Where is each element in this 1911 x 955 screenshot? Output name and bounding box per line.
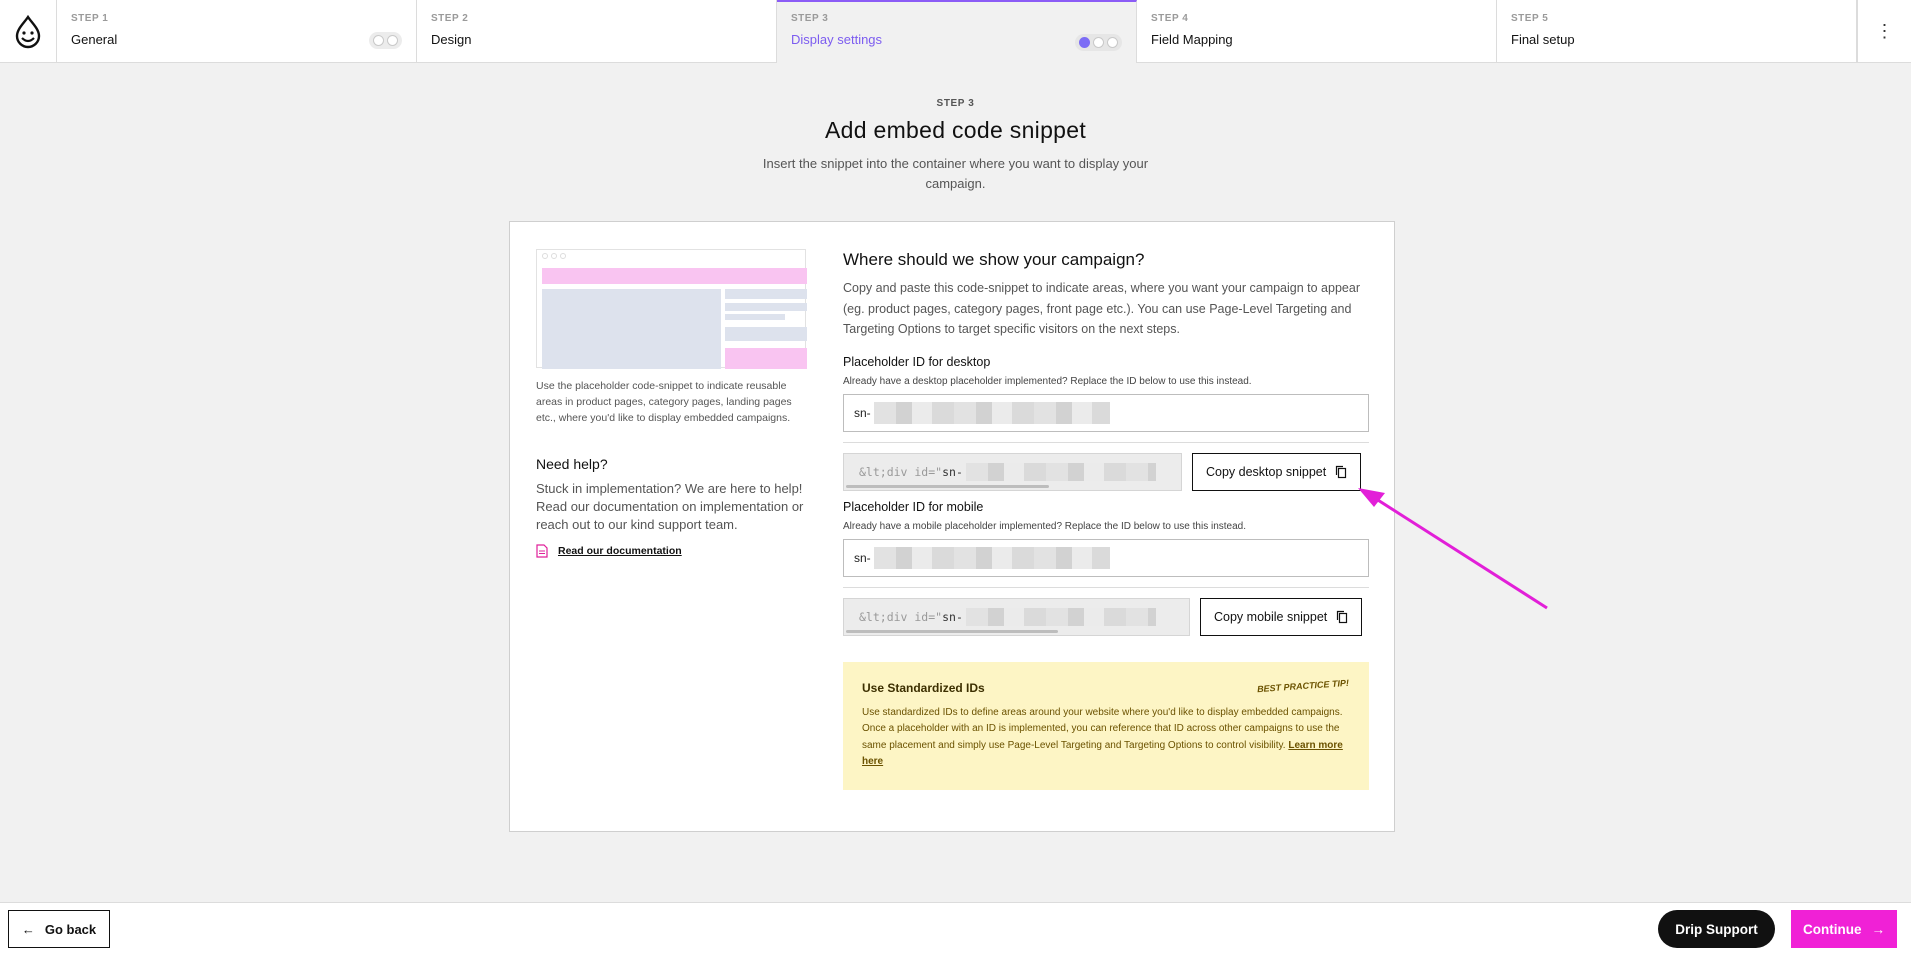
copy-mobile-snippet-label: Copy mobile snippet bbox=[1214, 609, 1328, 624]
redacted-id bbox=[873, 401, 1110, 424]
drip-support-button[interactable]: Drip Support bbox=[1658, 910, 1775, 948]
page-subtitle: Insert the snippet into the container wh… bbox=[762, 156, 1149, 191]
mobile-id-value: sn- bbox=[854, 550, 871, 565]
snippet-id: sn- bbox=[942, 464, 963, 479]
page-header: STEP 3 Add embed code snippet Insert the… bbox=[0, 98, 1911, 194]
tip-body: Use standardized IDs to define areas aro… bbox=[862, 706, 1343, 751]
step-label: Design bbox=[431, 32, 472, 47]
snippet-prefix: &lt;div id=" bbox=[859, 464, 943, 479]
documentation-link-label: Read our documentation bbox=[558, 545, 682, 557]
snippet-scrollbar[interactable] bbox=[846, 629, 1058, 633]
step-display-settings[interactable]: STEP 3 Display settings bbox=[777, 0, 1137, 63]
best-practice-tip: Use Standardized IDs BEST PRACTICE TIP! … bbox=[843, 661, 1369, 790]
placement-intro: Copy and paste this code-snippet to indi… bbox=[843, 281, 1360, 336]
step-number: STEP 4 bbox=[1151, 13, 1189, 24]
desktop-id-hint: Already have a desktop placeholder imple… bbox=[843, 375, 1252, 387]
redacted-id bbox=[873, 546, 1110, 569]
copy-icon bbox=[1337, 610, 1348, 623]
documentation-link[interactable]: Read our documentation bbox=[536, 544, 806, 558]
info-column: Use the placeholder code-snippet to indi… bbox=[536, 249, 807, 558]
mobile-snippet-code[interactable]: &lt;div id=" sn- bbox=[843, 597, 1190, 636]
desktop-snippet-code[interactable]: &lt;div id=" sn- bbox=[843, 452, 1182, 491]
step-number: STEP 5 bbox=[1511, 13, 1549, 24]
mobile-id-field[interactable]: sn- bbox=[843, 538, 1369, 577]
arrow-right-icon: → bbox=[1871, 921, 1886, 937]
continue-button[interactable]: Continue → bbox=[1791, 910, 1897, 948]
step-field-mapping[interactable]: STEP 4 Field Mapping bbox=[1137, 0, 1497, 63]
footer-bar: ← Go back Drip Support Continue → bbox=[0, 902, 1911, 955]
step-label: Final setup bbox=[1511, 32, 1575, 47]
drip-support-label: Drip Support bbox=[1675, 921, 1758, 937]
step-progress-indicator bbox=[369, 32, 402, 49]
placement-title: Where should we show your campaign? bbox=[843, 250, 1145, 269]
help-text: Stuck in implementation? We are here to … bbox=[536, 481, 804, 532]
step-number: STEP 1 bbox=[71, 13, 109, 24]
divider bbox=[843, 586, 1369, 588]
divider bbox=[843, 441, 1369, 443]
embed-snippet-card: Use the placeholder code-snippet to indi… bbox=[509, 221, 1395, 832]
desktop-id-label: Placeholder ID for desktop bbox=[843, 354, 991, 369]
step-label: Field Mapping bbox=[1151, 32, 1233, 47]
copy-desktop-snippet-label: Copy desktop snippet bbox=[1206, 464, 1327, 479]
redacted-id bbox=[965, 607, 1156, 626]
step-design[interactable]: STEP 2 Design bbox=[417, 0, 777, 63]
continue-label: Continue bbox=[1803, 921, 1862, 937]
step-number: STEP 3 bbox=[791, 13, 829, 24]
placeholder-illustration bbox=[536, 249, 807, 369]
go-back-button[interactable]: ← Go back bbox=[8, 910, 110, 948]
step-general[interactable]: STEP 1 General bbox=[57, 0, 417, 63]
mobile-id-label: Placeholder ID for mobile bbox=[843, 499, 984, 514]
copy-icon bbox=[1336, 465, 1347, 478]
page-kicker: STEP 3 bbox=[936, 98, 975, 109]
snippet-id: sn- bbox=[942, 609, 963, 624]
desktop-id-field[interactable]: sn- bbox=[843, 393, 1369, 432]
step-navigation: STEP 1 General STEP 2 Design STEP 3 Disp… bbox=[0, 0, 1911, 63]
step-label: Display settings bbox=[791, 32, 883, 47]
go-back-label: Go back bbox=[44, 921, 97, 937]
document-icon bbox=[536, 544, 548, 558]
snippet-scrollbar[interactable] bbox=[846, 484, 1049, 488]
arrow-left-icon: ← bbox=[21, 921, 35, 937]
mobile-id-hint: Already have a mobile placeholder implem… bbox=[843, 520, 1247, 532]
desktop-id-value: sn- bbox=[854, 405, 871, 420]
step-label: General bbox=[71, 32, 118, 47]
snippet-prefix: &lt;div id=" bbox=[859, 609, 943, 624]
page-title: Add embed code snippet bbox=[824, 117, 1087, 143]
copy-desktop-snippet-button[interactable]: Copy desktop snippet bbox=[1192, 452, 1362, 491]
drip-logo[interactable] bbox=[0, 0, 57, 63]
step-number: STEP 2 bbox=[431, 13, 469, 24]
placement-column: Where should we show your campaign? Copy… bbox=[843, 250, 1369, 790]
redacted-id bbox=[965, 462, 1156, 481]
tip-text: Use standardized IDs to define areas aro… bbox=[862, 705, 1350, 771]
copy-mobile-snippet-button[interactable]: Copy mobile snippet bbox=[1200, 597, 1363, 636]
help-title: Need help? bbox=[536, 456, 608, 472]
step-final-setup[interactable]: STEP 5 Final setup bbox=[1497, 0, 1857, 63]
step-progress-indicator bbox=[1075, 34, 1122, 51]
more-options-icon[interactable]: ⋮ bbox=[1857, 0, 1911, 62]
illustration-caption: Use the placeholder code-snippet to indi… bbox=[536, 380, 792, 424]
